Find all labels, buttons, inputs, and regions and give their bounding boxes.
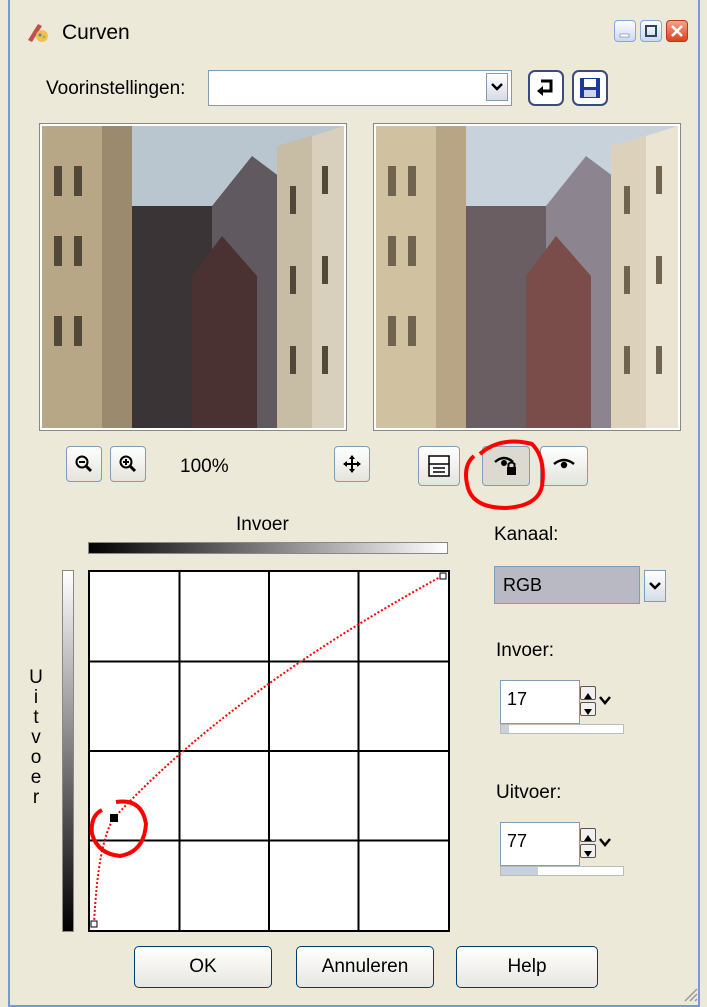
output-gradient-bar: [62, 570, 74, 932]
cancel-button[interactable]: Annuleren: [296, 946, 434, 988]
layers-icon: [428, 455, 450, 477]
zoom-in-icon: [119, 455, 137, 473]
zoom-out-button[interactable]: [66, 446, 102, 482]
save-preset-button[interactable]: [572, 70, 608, 106]
output-slider-dropdown[interactable]: [598, 834, 612, 854]
paint-palette-icon: [24, 20, 50, 46]
chevron-down-icon: [491, 83, 503, 91]
eye-icon: [553, 458, 575, 469]
channel-value: RGB: [503, 575, 543, 595]
output-axis-letter: v: [31, 727, 41, 748]
reset-button[interactable]: [528, 70, 564, 106]
presets-label: Voorinstellingen:: [46, 78, 186, 99]
annotation-circle: [89, 799, 149, 859]
chevron-down-icon: [649, 582, 661, 590]
presets-dropdown[interactable]: [208, 70, 512, 106]
output-axis-label: U i t v o e r: [26, 668, 46, 808]
undo-arrow-icon: [537, 79, 553, 96]
output-axis-letter: e: [30, 767, 42, 788]
input-slider-fill: [501, 725, 509, 733]
output-axis-letter: U: [29, 667, 43, 688]
output-axis-letter: r: [32, 787, 40, 808]
arrow-up-icon: [584, 835, 592, 841]
input-gradient-bar: [88, 542, 448, 554]
output-value: 77: [507, 831, 528, 851]
annotation-circle: [464, 439, 545, 510]
output-field-label: Uitvoer:: [496, 782, 562, 803]
input-value-field[interactable]: 17: [500, 680, 580, 724]
maximize-button[interactable]: [640, 20, 662, 42]
zoom-in-button[interactable]: [110, 446, 146, 482]
output-slider-track[interactable]: [500, 866, 624, 876]
output-slider-fill: [501, 867, 538, 875]
input-slider-track[interactable]: [500, 724, 624, 734]
before-preview[interactable]: [39, 123, 347, 431]
input-spin-down[interactable]: [580, 702, 596, 716]
input-field-label: Invoer:: [496, 640, 555, 661]
channel-label: Kanaal:: [494, 524, 559, 545]
arrow-up-icon: [584, 693, 592, 699]
chevron-down-icon: [599, 838, 611, 847]
chevron-down-icon: [599, 696, 611, 705]
close-button[interactable]: [666, 20, 688, 42]
arrow-down-icon: [584, 851, 592, 857]
channel-dropdown-button[interactable]: [644, 570, 666, 602]
output-axis-letter: i: [33, 687, 39, 708]
input-axis-label: Invoer: [236, 514, 289, 535]
output-spin-up[interactable]: [580, 828, 596, 842]
input-slider-dropdown[interactable]: [598, 692, 612, 712]
window-title: Curven: [62, 21, 130, 44]
minimize-button[interactable]: [614, 20, 636, 42]
channel-dropdown[interactable]: RGB: [494, 566, 640, 604]
resize-grip-icon[interactable]: [680, 984, 698, 1002]
curve-endpoint[interactable]: [90, 920, 98, 928]
input-value: 17: [507, 689, 528, 709]
curve-endpoint[interactable]: [439, 572, 447, 580]
output-axis-letter: o: [30, 747, 42, 768]
zoom-out-icon: [75, 455, 93, 473]
pan-button[interactable]: [334, 446, 370, 482]
floppy-disk-icon: [580, 78, 600, 98]
arrow-down-icon: [584, 709, 592, 715]
move-icon: [343, 455, 361, 473]
output-axis-letter: t: [33, 707, 39, 728]
input-spin-up[interactable]: [580, 686, 596, 700]
output-value-field[interactable]: 77: [500, 822, 580, 866]
help-button[interactable]: Help: [456, 946, 598, 988]
curve-graph[interactable]: [88, 570, 450, 932]
proof-toggle-button[interactable]: [418, 446, 460, 486]
zoom-level: 100%: [180, 456, 229, 477]
after-preview[interactable]: [373, 123, 681, 431]
presets-dropdown-button[interactable]: [486, 73, 508, 101]
ok-button[interactable]: OK: [134, 946, 272, 988]
title-bar[interactable]: Curven: [10, 16, 698, 52]
output-spin-down[interactable]: [580, 844, 596, 858]
